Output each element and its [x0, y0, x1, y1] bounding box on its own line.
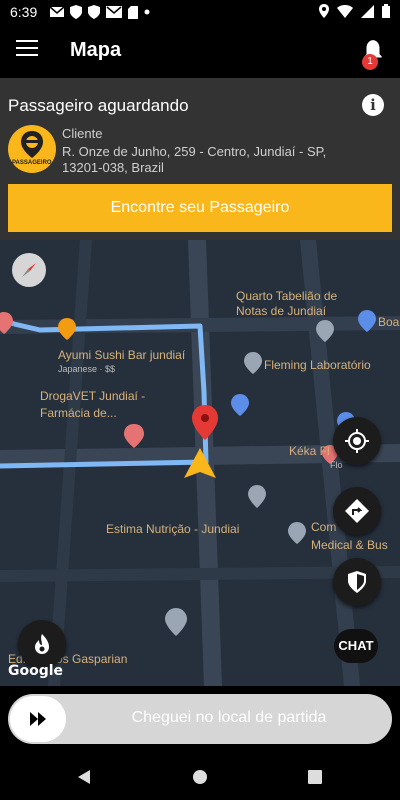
- signal-icon: [361, 4, 374, 18]
- poi-label: Kéka Fl: [289, 444, 330, 458]
- fast-forward-icon: [30, 712, 46, 726]
- shield-icon: [70, 5, 82, 19]
- compass-button[interactable]: [12, 253, 46, 287]
- notification-icons: [50, 5, 150, 19]
- flame-icon: [35, 634, 49, 654]
- system-icons: [319, 4, 390, 18]
- security-shield-icon: [348, 571, 366, 593]
- poi-label: Ayumi Sushi Bar jundiaí: [58, 348, 186, 362]
- wifi-icon: [337, 4, 353, 18]
- status-bar: 6:39: [0, 0, 400, 26]
- client-label: Cliente: [62, 126, 103, 141]
- system-nav-bar: [0, 754, 400, 800]
- page-title: Mapa: [70, 39, 122, 61]
- slider-knob[interactable]: [10, 696, 66, 742]
- location-icon: [319, 4, 329, 18]
- passenger-logo: PASSAGEIRO: [8, 125, 56, 173]
- menu-icon[interactable]: [16, 40, 38, 60]
- status-time: 6:39: [10, 4, 38, 20]
- google-logo: Google: [8, 663, 64, 679]
- my-location-button[interactable]: [333, 417, 381, 465]
- logo-text: PASSAGEIRO: [12, 160, 52, 166]
- app-bar: Mapa 1: [0, 26, 400, 78]
- my-location-icon: [345, 429, 369, 453]
- poi-label: Fleming Laboratório: [264, 358, 371, 372]
- store-pin-icon: [231, 394, 249, 416]
- find-passenger-button[interactable]: Encontre seu Passageiro: [8, 184, 392, 232]
- gmail-icon: [50, 6, 64, 17]
- battery-icon: [382, 4, 390, 18]
- poi-label: Boa: [378, 315, 400, 329]
- dot-icon: [144, 9, 150, 15]
- arrival-slider[interactable]: Cheguei no local de partida: [8, 694, 392, 744]
- poi-label: Quarto Tabelião de Notas de Jundiaí: [236, 289, 338, 318]
- back-icon[interactable]: [76, 769, 92, 785]
- shop-pin-icon: [124, 424, 144, 448]
- mail-icon: [106, 6, 122, 18]
- directions-button[interactable]: [333, 487, 381, 535]
- ride-status: Passageiro aguardando: [8, 96, 189, 115]
- bottom-bar: Cheguei no local de partida: [0, 686, 400, 754]
- compass-icon: [22, 263, 36, 277]
- chat-button[interactable]: CHAT: [334, 629, 378, 663]
- safety-button[interactable]: [333, 558, 381, 606]
- poi-sublabel: Japanese · $$: [58, 364, 116, 374]
- home-icon[interactable]: [192, 769, 208, 785]
- heatmap-button[interactable]: [18, 620, 66, 668]
- poi-label: DrogaVET Jundiaí - Farmácia de...: [40, 389, 146, 420]
- shield-icon: [88, 5, 100, 19]
- info-icon[interactable]: i: [362, 94, 384, 116]
- poi-pin-icon: [165, 608, 187, 636]
- poi-pin-icon: [288, 522, 306, 544]
- recents-icon[interactable]: [308, 770, 322, 784]
- client-address: R. Onze de Junho, 259 - Centro, Jundiaí …: [62, 144, 327, 175]
- poi-label: Estima Nutrição - Jundiai: [106, 522, 240, 536]
- arrival-slider-label: Cheguei no local de partida: [131, 709, 327, 726]
- directions-icon: [345, 499, 369, 523]
- poi-pin-icon: [248, 485, 266, 508]
- poi-pin-icon: [244, 352, 262, 374]
- ride-panel: Passageiro aguardando i PASSAGEIRO Clien…: [0, 78, 400, 240]
- sd-card-icon: [128, 5, 138, 19]
- notification-badge: 1: [362, 54, 378, 70]
- poi-label: Medical & Bus: [311, 538, 388, 552]
